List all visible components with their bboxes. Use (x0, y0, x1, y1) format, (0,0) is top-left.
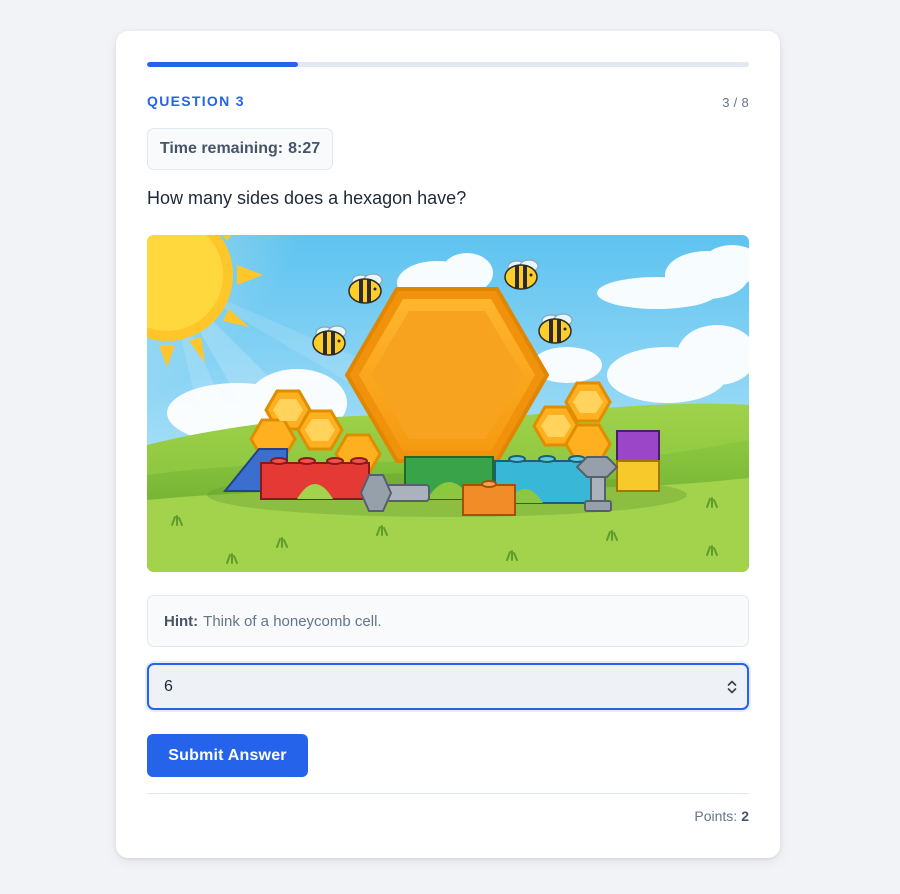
updown-chevron-icon[interactable] (717, 665, 747, 708)
question-illustration (147, 235, 749, 572)
timer-badge: Time remaining: 8:27 (147, 128, 333, 170)
submit-answer-button[interactable]: Submit Answer (147, 734, 308, 777)
answer-field[interactable] (147, 663, 749, 710)
points-display: Points: 2 (694, 808, 749, 824)
question-text: How many sides does a hexagon have? (147, 188, 467, 208)
points-label: Points: (694, 808, 738, 824)
hint-box: Hint: Think of a honeycomb cell. (147, 595, 749, 647)
question-counter: 3 / 8 (722, 95, 749, 110)
answer-input[interactable] (149, 665, 717, 708)
progress-bar (147, 62, 749, 67)
progress-fill (147, 62, 298, 67)
timer-value: 8:27 (288, 140, 321, 157)
timer-label: Time remaining: (159, 140, 284, 157)
question-label: QUESTION 3 (147, 93, 245, 109)
hint-label: Hint: (164, 612, 199, 630)
quiz-card: QUESTION 3 3 / 8 Time remaining: 8:27 Ho… (116, 31, 780, 858)
points-value: 2 (741, 808, 749, 824)
footer-divider (147, 793, 749, 794)
hint-text: Think of a honeycomb cell. (203, 612, 382, 630)
